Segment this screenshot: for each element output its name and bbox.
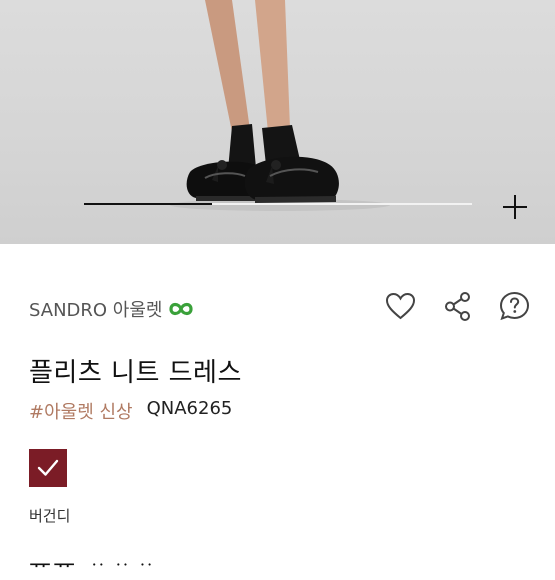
share-button[interactable] bbox=[441, 290, 474, 323]
color-name: 버건디 bbox=[29, 507, 71, 525]
product-tag[interactable]: #아울렛 신상 bbox=[29, 398, 133, 424]
product-actions bbox=[384, 290, 531, 323]
brand-logo-icon bbox=[169, 302, 194, 316]
color-swatch-selected[interactable] bbox=[29, 449, 67, 487]
share-icon bbox=[445, 292, 470, 321]
product-image-gallery[interactable] bbox=[0, 0, 555, 244]
price-partial: ᅲᅲ ᆢᆢᆢ bbox=[29, 551, 160, 579]
brand-link[interactable]: SANDRO 아울렛 bbox=[29, 296, 194, 322]
question-button[interactable] bbox=[498, 290, 531, 323]
question-bubble-icon bbox=[499, 291, 530, 321]
product-code: QNA6265 bbox=[146, 398, 233, 419]
heart-icon bbox=[385, 292, 416, 320]
brand-name: SANDRO 아울렛 bbox=[29, 300, 163, 321]
expand-button[interactable] bbox=[500, 192, 530, 222]
product-title: 플리츠 니트 드레스 bbox=[29, 358, 242, 388]
product-meta: #아울렛 신상 QNA6265 bbox=[29, 398, 232, 424]
gallery-progress-fill bbox=[84, 203, 213, 205]
product-photo bbox=[170, 0, 390, 211]
gallery-progress-track bbox=[84, 203, 472, 205]
plus-icon bbox=[503, 195, 527, 219]
checkmark-icon bbox=[37, 459, 59, 476]
like-button[interactable] bbox=[384, 290, 417, 323]
